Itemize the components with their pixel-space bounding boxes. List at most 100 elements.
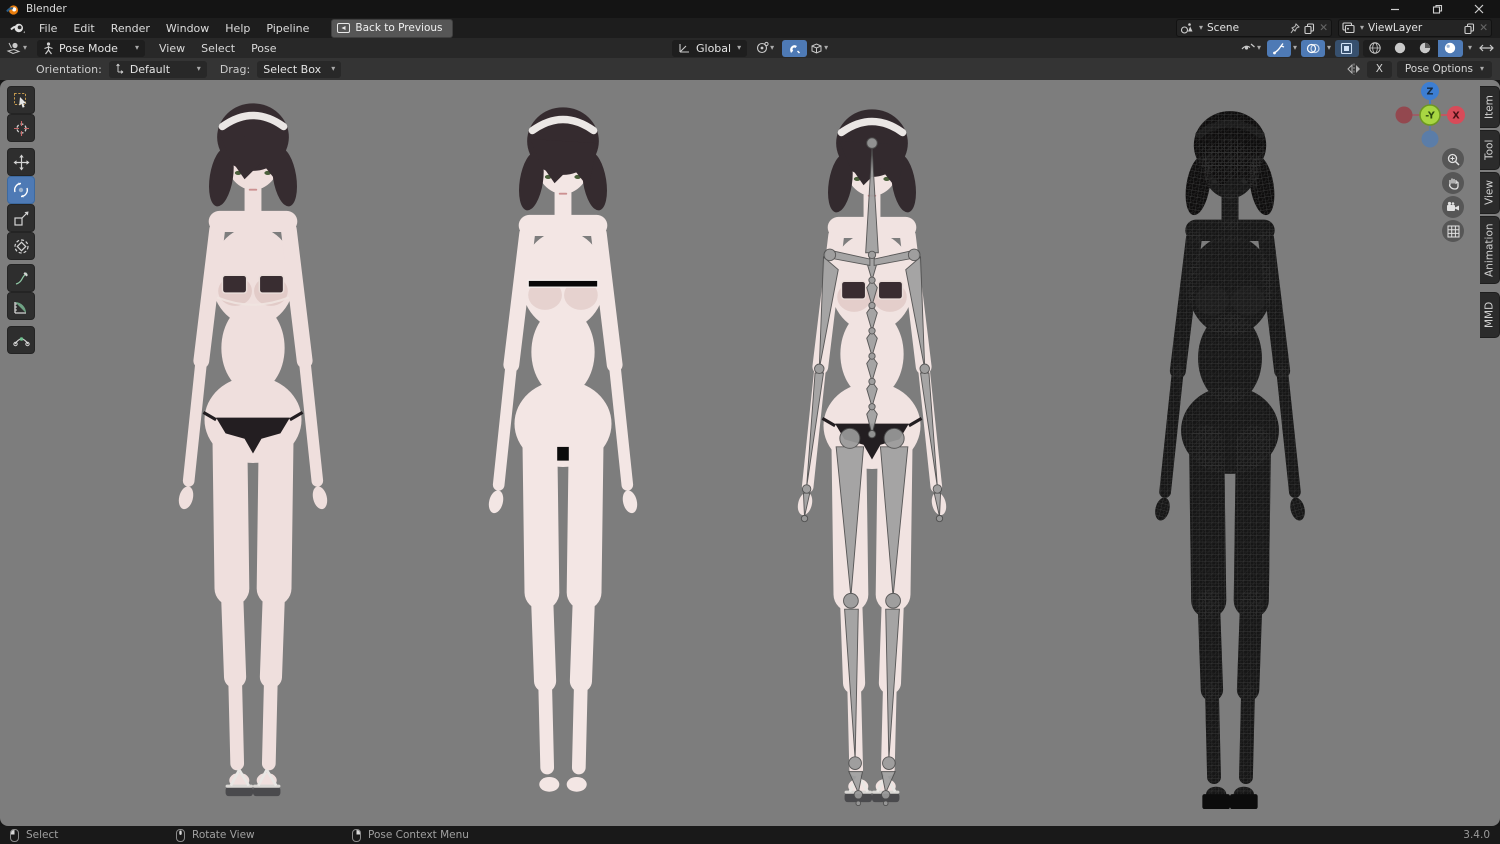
- sidebar-tab-item[interactable]: Item: [1480, 86, 1500, 128]
- transform-orientation-dropdown[interactable]: Global ▾: [672, 40, 747, 57]
- visibility-eye-icon: [1241, 42, 1256, 54]
- mode-dropdown[interactable]: Pose Mode ▾: [37, 40, 145, 57]
- orientation-default-icon: [115, 63, 125, 75]
- tool-move[interactable]: [7, 148, 35, 176]
- overlays-chevron[interactable]: ▾: [1327, 44, 1331, 52]
- xray-toggle[interactable]: [1335, 40, 1359, 57]
- pose-options-dropdown[interactable]: Pose Options ▾: [1397, 61, 1492, 78]
- editor-type-chevron: ▾: [23, 44, 27, 52]
- pan-button[interactable]: [1442, 172, 1464, 194]
- show-overlays-toggle[interactable]: [1301, 40, 1325, 57]
- pose-options-chevron: ▾: [1480, 65, 1484, 73]
- pin-icon[interactable]: [1290, 23, 1300, 34]
- menu-pose[interactable]: Pose: [243, 41, 284, 56]
- tool-transform[interactable]: [7, 232, 35, 260]
- x-axis-mirror-toggle[interactable]: X: [1367, 61, 1392, 78]
- menu-edit[interactable]: Edit: [65, 21, 102, 36]
- shading-rendered-button[interactable]: [1438, 40, 1463, 57]
- tool-annotate[interactable]: [7, 264, 35, 292]
- camera-view-button[interactable]: [1442, 196, 1464, 218]
- maximize-button[interactable]: [1416, 0, 1458, 18]
- figure-shaded-model[interactable]: [447, 88, 679, 826]
- x-axis-mirror-label: X: [1376, 63, 1383, 75]
- editor-type-button[interactable]: ▾: [4, 40, 29, 57]
- orientation-chevron: ▾: [737, 44, 741, 52]
- axis-neg-y-label: -Y: [1425, 111, 1435, 122]
- measure-icon: [13, 298, 30, 315]
- scale-icon: [13, 210, 30, 227]
- annotate-pen-icon: [13, 270, 30, 287]
- scene-dropdown-chevron: ▾: [1199, 24, 1203, 32]
- drag-value: Select Box: [263, 63, 325, 76]
- wireframe-sphere-icon: [1368, 41, 1382, 55]
- pose-breakdowner-icon: [13, 332, 30, 349]
- viewlayer-name: ViewLayer: [1368, 22, 1460, 34]
- gizmo-chevron[interactable]: ▾: [1293, 44, 1297, 52]
- axis-neg-x-ball[interactable]: [1396, 107, 1413, 124]
- sidebar-tab-animation[interactable]: Animation: [1480, 216, 1500, 284]
- menu-render[interactable]: Render: [103, 21, 158, 36]
- unlink-scene-icon[interactable]: ✕: [1319, 22, 1328, 34]
- solid-sphere-icon: [1393, 41, 1407, 55]
- orientation-label: Orientation:: [36, 63, 102, 76]
- tool-rotate[interactable]: [7, 176, 35, 204]
- zoom-button[interactable]: [1442, 148, 1464, 170]
- back-to-previous-button[interactable]: Back to Previous: [331, 19, 452, 38]
- blender-menu-button[interactable]: [4, 22, 31, 34]
- close-button[interactable]: [1458, 0, 1500, 18]
- sidebar-tab-view[interactable]: View: [1480, 172, 1500, 214]
- menu-file[interactable]: File: [31, 21, 65, 36]
- menu-help[interactable]: Help: [217, 21, 258, 36]
- sidebar-tab-mmd[interactable]: MMD: [1480, 292, 1500, 338]
- snap-toggle[interactable]: [782, 40, 807, 57]
- orientation-axes-icon: [678, 42, 691, 54]
- show-gizmo-toggle[interactable]: [1267, 40, 1291, 57]
- tool-select-box[interactable]: [7, 86, 35, 114]
- select-box-icon: [13, 92, 30, 109]
- viewlayer-selector[interactable]: ▾ ViewLayer ✕: [1338, 19, 1492, 37]
- tool-pose-breakdowner[interactable]: [7, 326, 35, 354]
- viewport-header: ▾ Pose Mode ▾ View Select Pose Global ▾ …: [0, 38, 1500, 58]
- figure-armature-model[interactable]: [756, 90, 988, 826]
- show-object-types-dropdown[interactable]: ▾: [1239, 40, 1263, 57]
- censor-square: [557, 447, 569, 461]
- snap-settings-dropdown[interactable]: ▾: [808, 40, 830, 57]
- menu-pipeline[interactable]: Pipeline: [258, 21, 317, 36]
- tool-measure[interactable]: [7, 292, 35, 320]
- figure-wireframe-model[interactable]: [1112, 92, 1348, 826]
- remove-viewlayer-icon[interactable]: ✕: [1479, 22, 1488, 34]
- menu-view[interactable]: View: [151, 41, 193, 56]
- middle-mouse-icon: [176, 829, 185, 842]
- scene-selector[interactable]: ▾ Scene ✕: [1176, 19, 1332, 37]
- shading-material-button[interactable]: [1413, 40, 1438, 57]
- tool-scale[interactable]: [7, 204, 35, 232]
- drag-dropdown[interactable]: Select Box ▾: [257, 61, 341, 78]
- rendered-sphere-icon: [1443, 41, 1457, 55]
- topbar: File Edit Render Window Help Pipeline Ba…: [0, 18, 1500, 38]
- hint-pose-context-menu: Pose Context Menu: [352, 826, 469, 844]
- shading-wireframe-button[interactable]: [1363, 40, 1388, 57]
- tool-cursor[interactable]: [7, 114, 35, 142]
- new-scene-icon[interactable]: [1304, 23, 1315, 34]
- menu-select[interactable]: Select: [193, 41, 243, 56]
- figure-textured-model[interactable]: [137, 84, 369, 826]
- orientation-default-dropdown[interactable]: Default ▾: [109, 61, 207, 78]
- expand-header-icon[interactable]: [1479, 43, 1494, 53]
- overlays-icon: [1306, 42, 1320, 55]
- menu-window[interactable]: Window: [158, 21, 217, 36]
- orientation-value: Global: [696, 42, 731, 55]
- axis-navigation-gizmo[interactable]: Z X -Y: [1395, 82, 1465, 152]
- new-viewlayer-icon[interactable]: [1464, 23, 1475, 34]
- shading-chevron[interactable]: ▾: [1468, 44, 1472, 52]
- axis-neg-z-ball[interactable]: [1422, 131, 1439, 148]
- minimize-button[interactable]: [1374, 0, 1416, 18]
- drag-chevron: ▾: [331, 65, 335, 73]
- grid-icon: [1447, 225, 1460, 238]
- move-icon: [13, 154, 30, 171]
- 3d-viewport[interactable]: Z X -Y Item Tool View: [0, 80, 1500, 826]
- shading-solid-button[interactable]: [1388, 40, 1413, 57]
- pivot-point-dropdown[interactable]: ▾: [753, 40, 776, 57]
- pose-armature-bones[interactable]: [801, 138, 942, 806]
- sidebar-tab-tool[interactable]: Tool: [1480, 130, 1500, 170]
- orthographic-toggle-button[interactable]: [1442, 220, 1464, 242]
